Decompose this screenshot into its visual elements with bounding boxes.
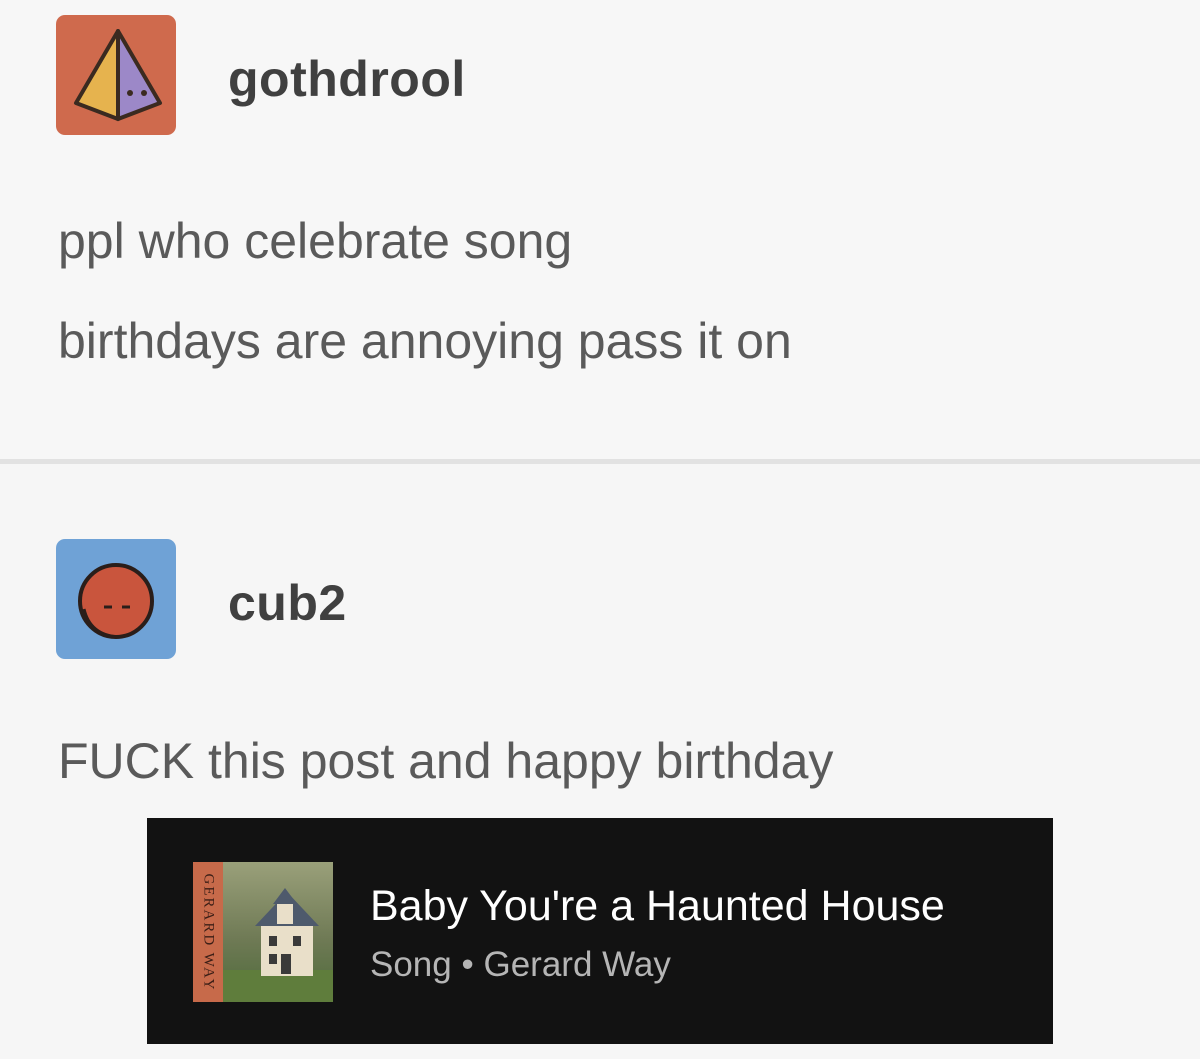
track-title[interactable]: Baby You're a Haunted House [370,882,945,931]
username[interactable]: cub2 [228,574,347,632]
track-meta: Song • Gerard Way [370,945,671,985]
username[interactable]: gothdrool [228,50,466,108]
artist-name[interactable]: Gerard Way [483,945,670,984]
spotify-song-card[interactable]: GERARD WAY Baby You're a Haunted House S… [147,818,1053,1044]
post-text-line: birthdays are annoying pass it on [58,313,792,369]
sleepy-ball-avatar-icon[interactable] [56,539,176,659]
post-text-line: ppl who celebrate song [58,213,573,269]
post-gothdrool: gothdrool ppl who celebrate song birthda… [0,0,1200,462]
post-text-line: FUCK this post and happy birthday [58,733,834,789]
track-type: Song [370,945,452,984]
album-spine-text: GERARD WAY [200,873,217,991]
pyramid-face-avatar-icon[interactable] [56,15,176,135]
album-cover: GERARD WAY [193,862,333,1002]
meta-separator: • [461,945,474,984]
